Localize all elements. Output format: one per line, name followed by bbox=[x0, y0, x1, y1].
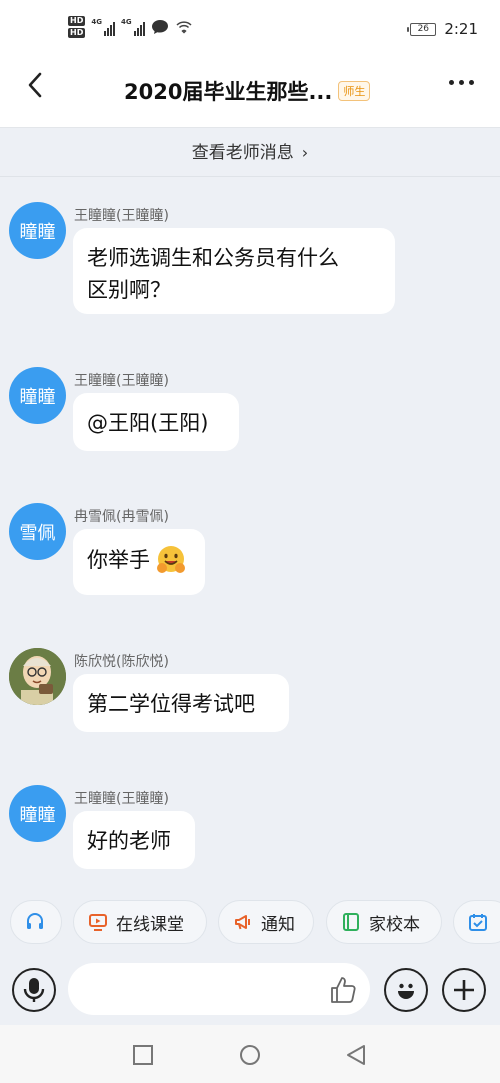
plus-button[interactable] bbox=[442, 968, 486, 1012]
notebook-icon bbox=[343, 913, 359, 931]
message-line: @王阳(王阳) bbox=[87, 411, 209, 435]
sender-name: 冉雪佩(冉雪佩) bbox=[74, 509, 169, 525]
microphone-icon bbox=[23, 978, 45, 1002]
avatar[interactable]: 瞳瞳 bbox=[9, 202, 66, 259]
signal-icon-1: 4G bbox=[91, 18, 115, 36]
back-button[interactable] bbox=[22, 70, 52, 100]
plus-icon bbox=[454, 980, 474, 1000]
hd-indicator: HD HD bbox=[68, 16, 86, 38]
message-input[interactable] bbox=[84, 973, 314, 1005]
status-icons-left: HD HD 4G 4G bbox=[68, 16, 193, 38]
message-bubble[interactable]: 你举手 bbox=[73, 529, 205, 595]
avatar[interactable]: 瞳瞳 bbox=[9, 367, 66, 424]
avatar-illustration bbox=[9, 648, 66, 705]
message-bubble[interactable]: 第二学位得考试吧 bbox=[73, 674, 289, 732]
more-dots-icon[interactable] bbox=[449, 80, 474, 85]
shortcut-label: 在线课堂 bbox=[116, 914, 184, 935]
status-bar: HD HD 4G 4G 26 2:21 bbox=[0, 0, 500, 58]
battery-icon: 26 bbox=[407, 22, 437, 36]
battery-level: 26 bbox=[417, 23, 430, 34]
message-input-bar bbox=[0, 955, 500, 1025]
chat-title-group[interactable]: 2020届毕业生那些... 师生 bbox=[124, 76, 371, 106]
shortcut-notice[interactable]: 通知 bbox=[218, 900, 314, 944]
message-input-field[interactable] bbox=[68, 963, 370, 1015]
group-type-tag: 师生 bbox=[338, 81, 371, 101]
triangle-back-icon[interactable] bbox=[345, 1044, 367, 1066]
shortcut-home-school-book[interactable]: 家校本 bbox=[326, 900, 442, 944]
chat-header: 2020届毕业生那些... 师生 bbox=[0, 58, 500, 128]
message-bubble[interactable]: 好的老师 bbox=[73, 811, 195, 869]
view-teacher-messages[interactable]: 查看老师消息 › bbox=[0, 129, 500, 177]
live-class-icon bbox=[89, 914, 107, 931]
voice-button[interactable] bbox=[12, 968, 56, 1012]
network-type-1: 4G bbox=[91, 18, 102, 26]
sender-name: 陈欣悦(陈欣悦) bbox=[74, 654, 169, 670]
chevron-right-icon: › bbox=[301, 143, 309, 162]
cartoon-avatar-photo[interactable] bbox=[9, 648, 66, 705]
hd-label-2: HD bbox=[68, 28, 86, 38]
headset-icon bbox=[27, 913, 43, 929]
avatar-text: 瞳瞳 bbox=[19, 221, 56, 243]
avatar-text: 瞳瞳 bbox=[19, 386, 56, 408]
shortcut-label: 家校本 bbox=[369, 914, 420, 935]
shortcut-headset[interactable] bbox=[10, 900, 62, 944]
message-bubble-icon bbox=[151, 20, 168, 34]
clock: 2:21 bbox=[444, 20, 478, 38]
sender-name: 王瞳瞳(王瞳瞳) bbox=[74, 791, 169, 807]
message-line: 你举手 bbox=[87, 548, 150, 572]
sender-name: 王瞳瞳(王瞳瞳) bbox=[74, 208, 169, 224]
message-bubble[interactable]: @王阳(王阳) bbox=[73, 393, 239, 451]
message-line: 区别啊？ bbox=[87, 278, 171, 302]
app-shortcuts-bar: 在线课堂 通知 家校本 bbox=[0, 898, 500, 948]
hugging-face-emoji bbox=[157, 546, 185, 573]
shortcut-calendar[interactable] bbox=[453, 900, 500, 944]
thumbs-up-icon[interactable] bbox=[328, 975, 358, 1005]
wifi-icon bbox=[176, 21, 192, 34]
avatar-text: 瞳瞳 bbox=[19, 804, 56, 826]
system-navigation-bar bbox=[0, 1025, 500, 1083]
shortcut-live-class[interactable]: 在线课堂 bbox=[73, 900, 207, 944]
chat-title: 2020届毕业生那些... bbox=[124, 80, 333, 104]
network-type-2: 4G bbox=[120, 18, 132, 26]
hd-label-1: HD bbox=[68, 16, 86, 26]
emoji-button[interactable] bbox=[384, 968, 428, 1012]
message-line: 好的老师 bbox=[87, 829, 171, 853]
status-icons-right: 26 2:21 bbox=[407, 20, 478, 38]
avatar[interactable]: 瞳瞳 bbox=[9, 785, 66, 842]
message-bubble[interactable]: 老师选调生和公务员有什么 区别啊？ bbox=[73, 228, 395, 314]
megaphone-icon bbox=[235, 915, 250, 930]
avatar-text: 雪佩 bbox=[19, 522, 56, 544]
view-teacher-messages-label: 查看老师消息 bbox=[191, 143, 294, 163]
message-line: 第二学位得考试吧 bbox=[87, 692, 255, 716]
smile-icon bbox=[398, 983, 414, 999]
calendar-check-icon bbox=[469, 914, 487, 931]
sender-name: 王瞳瞳(王瞳瞳) bbox=[74, 373, 169, 389]
square-icon[interactable] bbox=[132, 1044, 154, 1066]
message-line: 老师选调生和公务员有什么 bbox=[87, 246, 339, 270]
avatar[interactable]: 雪佩 bbox=[9, 503, 66, 560]
signal-icon-2: 4G bbox=[121, 18, 145, 36]
circle-icon[interactable] bbox=[239, 1044, 261, 1066]
shortcut-label: 通知 bbox=[261, 914, 295, 935]
